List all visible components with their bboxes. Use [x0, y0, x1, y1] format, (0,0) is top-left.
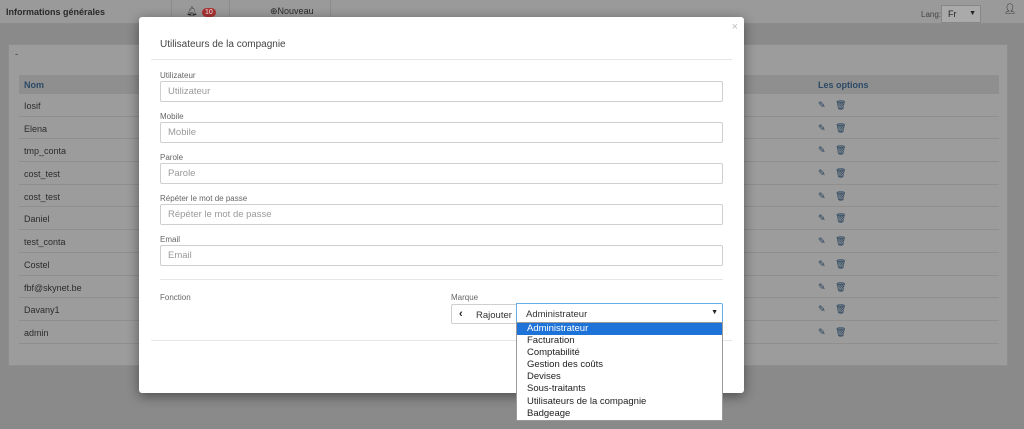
notifications-button[interactable]: 🔔︎ 10: [186, 6, 216, 17]
pencil-icon[interactable]: ✎: [818, 304, 826, 315]
user-name: cost_test: [24, 191, 61, 202]
column-header-options: Les options: [818, 80, 869, 90]
dropdown-option[interactable]: Facturation: [517, 335, 722, 347]
user-input[interactable]: [160, 81, 723, 102]
page-title: Informations générales: [6, 7, 106, 17]
plus-circle-icon: ⊕: [270, 6, 278, 16]
trash-icon[interactable]: 🗑︎: [835, 259, 846, 270]
role-select[interactable]: Administrateur ▼: [516, 303, 723, 324]
language-value: Fr: [948, 9, 957, 19]
trash-icon[interactable]: 🗑︎: [835, 304, 846, 315]
dropdown-option[interactable]: Devises: [517, 371, 722, 383]
user-name: Daniel: [24, 214, 50, 225]
lang-label: Lang:: [921, 10, 942, 19]
password-input[interactable]: [160, 163, 723, 184]
panel-dash: -: [15, 49, 18, 59]
dropdown-option[interactable]: Comptabilité: [517, 347, 722, 359]
user-name: Elena: [24, 123, 48, 134]
user-name: Iosif: [24, 101, 41, 111]
notification-badge: 10: [201, 8, 216, 17]
dropdown-option[interactable]: Gestion des coûts: [517, 359, 722, 371]
trash-icon[interactable]: 🗑︎: [835, 100, 846, 111]
dropdown-option[interactable]: Badgeage: [517, 408, 722, 420]
email-label: Email: [160, 235, 181, 244]
user-name: admin: [24, 327, 49, 338]
trash-icon[interactable]: 🗑︎: [835, 191, 846, 202]
user-name: Costel: [24, 259, 50, 270]
user-name: fbf@skynet.be: [24, 282, 82, 293]
pencil-icon[interactable]: ✎: [818, 168, 826, 179]
dropdown-option[interactable]: Utilisateurs de la compagnie: [517, 396, 722, 408]
pencil-icon[interactable]: ✎: [818, 100, 826, 111]
trash-icon[interactable]: 🗑︎: [835, 123, 846, 134]
trash-icon[interactable]: 🗑︎: [835, 282, 846, 293]
repeat-password-input[interactable]: [160, 204, 723, 225]
new-label: Nouveau: [277, 6, 314, 16]
column-header-name: Nom: [24, 80, 44, 90]
pencil-icon[interactable]: ✎: [818, 259, 826, 270]
pencil-icon[interactable]: ✎: [818, 145, 826, 156]
chevron-down-icon: ▼: [711, 309, 718, 316]
user-name: cost_test: [24, 169, 61, 180]
role-dropdown-list: Administrateur Facturation Comptabilité Ges…: [516, 322, 723, 421]
bell-icon: 🔔︎: [186, 6, 198, 16]
rajouter-label: Rajouter: [476, 310, 512, 321]
close-icon[interactable]: ×: [732, 21, 738, 33]
trash-icon[interactable]: 🗑︎: [835, 213, 846, 224]
dropdown-option[interactable]: Sous-traitants: [517, 383, 722, 395]
dropdown-option[interactable]: Administrateur: [517, 323, 722, 336]
user-name: test_conta: [24, 237, 66, 248]
marque-label: Marque: [451, 293, 479, 302]
user-icon[interactable]: 👤︎: [1002, 4, 1018, 20]
role-select-value: Administrateur: [526, 309, 588, 320]
divider: [151, 59, 732, 60]
new-button[interactable]: ⊕Nouveau: [270, 6, 314, 17]
divider: [160, 279, 723, 280]
chevron-left-icon: ‹: [459, 308, 463, 320]
fonction-label: Fonction: [160, 293, 191, 302]
rajouter-button[interactable]: ‹ Rajouter: [451, 304, 517, 324]
mobile-input[interactable]: [160, 122, 723, 143]
language-select[interactable]: Fr ▼: [941, 5, 981, 23]
email-input[interactable]: [160, 245, 723, 266]
pencil-icon[interactable]: ✎: [818, 236, 826, 247]
mobile-label: Mobile: [160, 112, 184, 121]
pencil-icon[interactable]: ✎: [818, 282, 826, 293]
user-name: Davany1: [24, 305, 60, 316]
password-label: Parole: [160, 153, 184, 162]
chevron-down-icon: ▼: [969, 10, 976, 17]
modal-title: Utilisateurs de la compagnie: [160, 39, 286, 50]
repeat-password-label: Répéter le mot de passe: [160, 194, 248, 203]
pencil-icon[interactable]: ✎: [818, 213, 826, 224]
user-label: Utilizateur: [160, 71, 196, 80]
user-name: tmp_conta: [24, 146, 67, 157]
trash-icon[interactable]: 🗑︎: [835, 327, 846, 338]
trash-icon[interactable]: 🗑︎: [835, 145, 846, 156]
trash-icon[interactable]: 🗑︎: [835, 168, 846, 179]
trash-icon[interactable]: 🗑︎: [835, 236, 846, 247]
pencil-icon[interactable]: ✎: [818, 327, 826, 338]
pencil-icon[interactable]: ✎: [818, 123, 826, 134]
pencil-icon[interactable]: ✎: [818, 191, 826, 202]
